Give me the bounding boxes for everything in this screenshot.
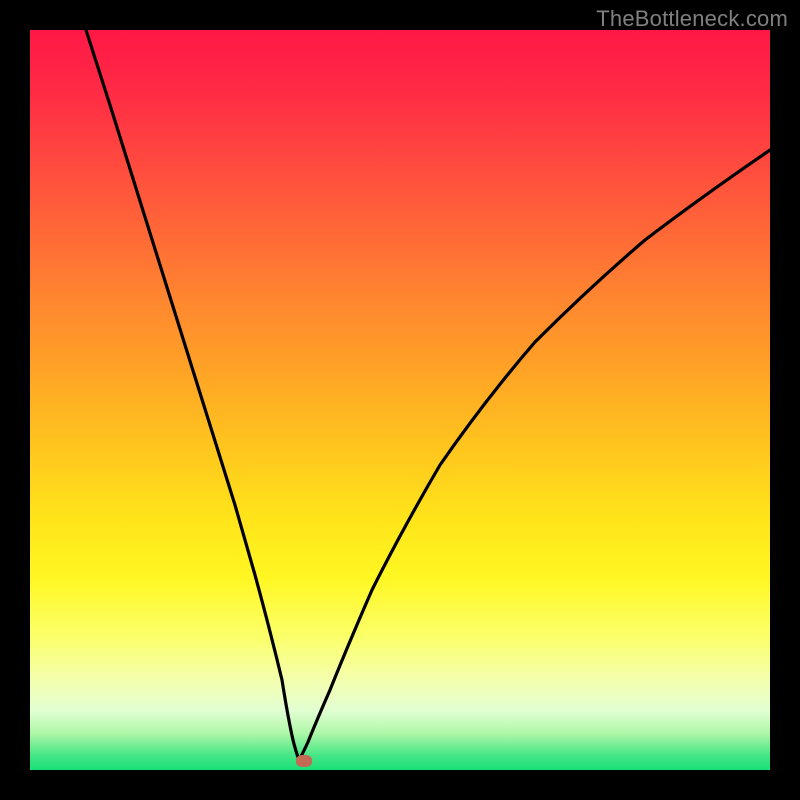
chart-frame: TheBottleneck.com <box>0 0 800 800</box>
curve-layer <box>30 30 770 770</box>
watermark-text: TheBottleneck.com <box>596 6 788 32</box>
optimal-point-marker <box>296 755 312 767</box>
bottleneck-curve <box>86 30 770 760</box>
plot-area <box>30 30 770 770</box>
